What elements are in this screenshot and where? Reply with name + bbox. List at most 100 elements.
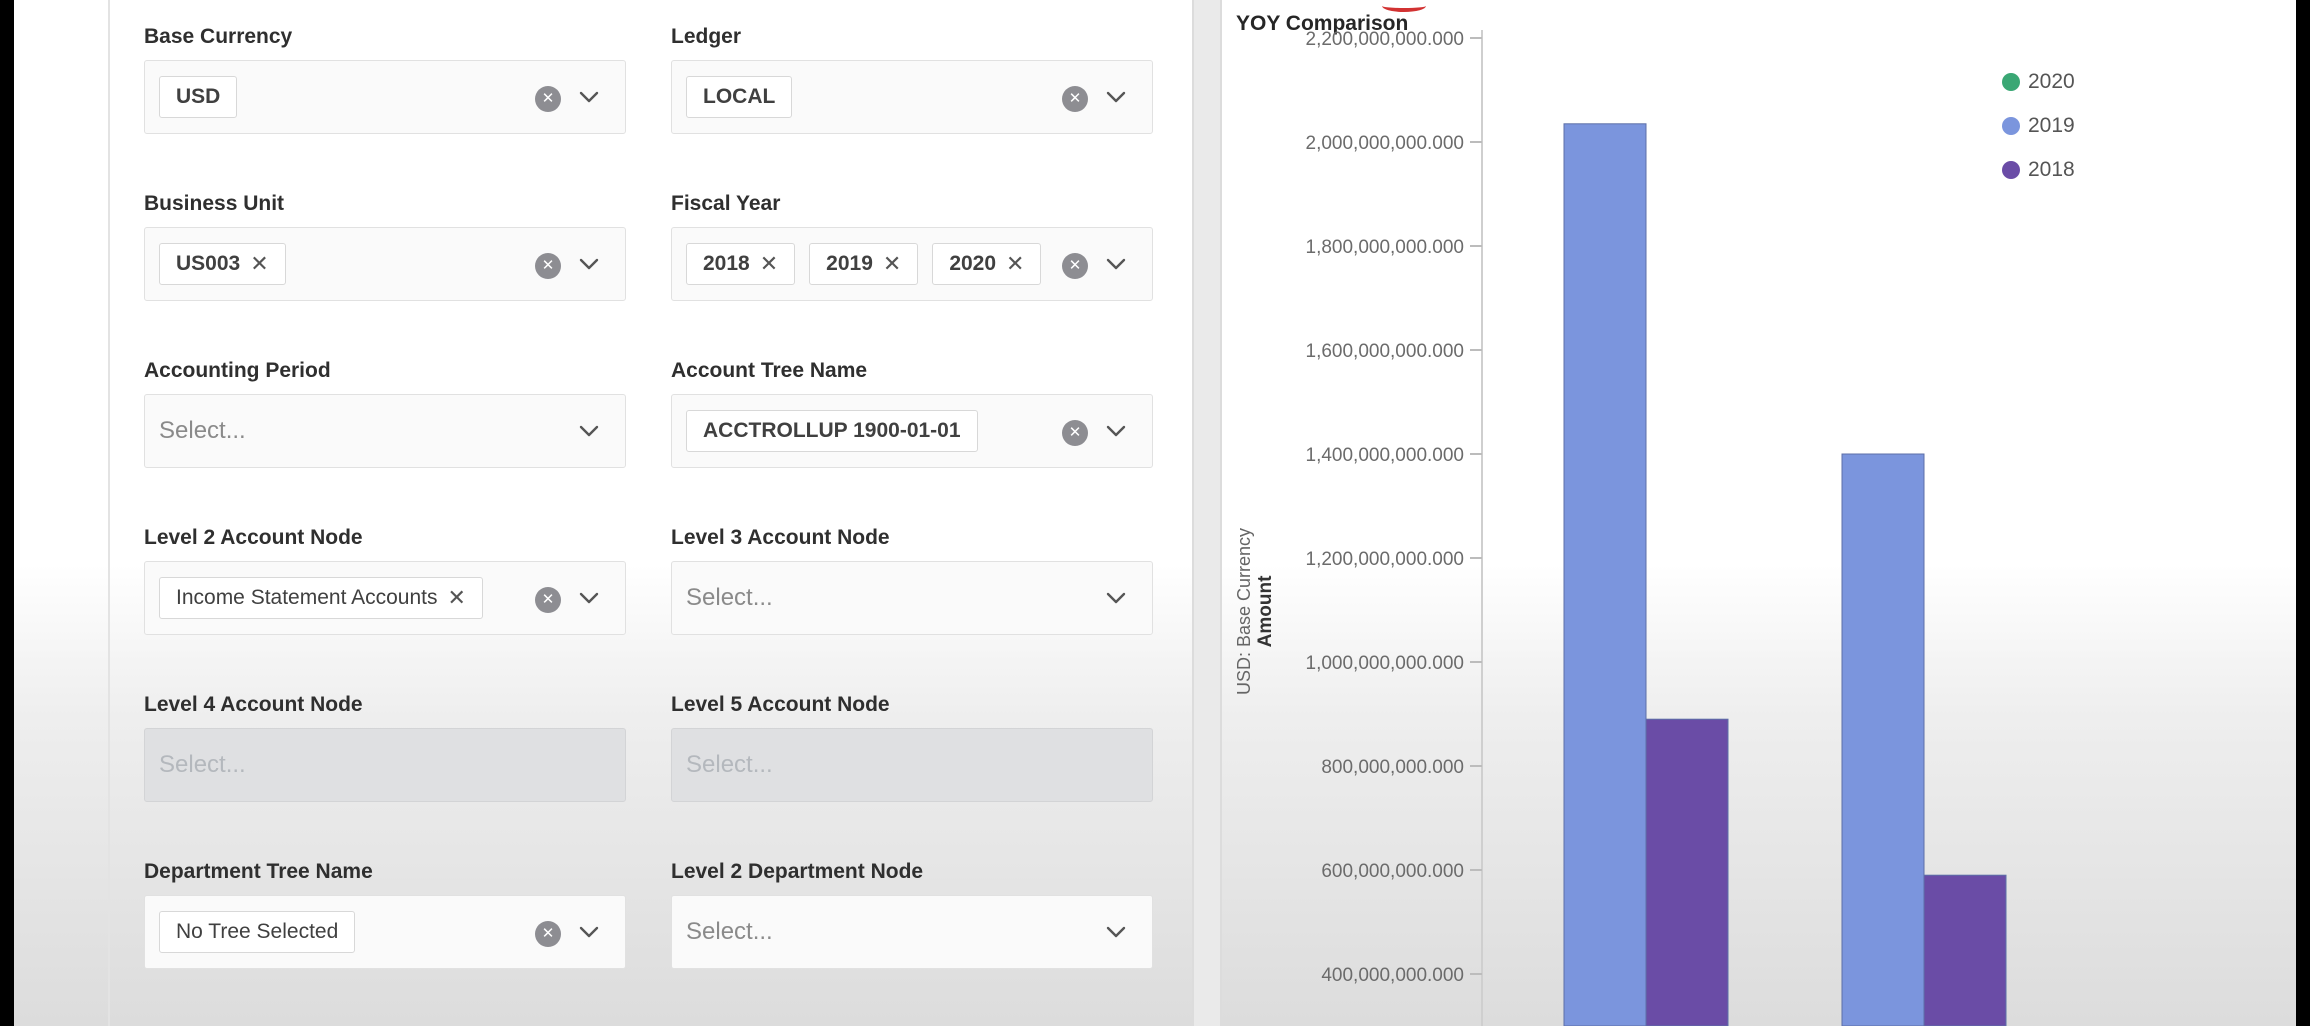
close-icon[interactable]: ✕ (883, 251, 901, 277)
chevron-down-icon[interactable] (575, 417, 603, 445)
level5-account-node-placeholder: Select... (686, 751, 773, 778)
legend-item-2020[interactable]: 2020 (2002, 60, 2075, 104)
chip-text: ACCTROLLUP 1900-01-01 (703, 419, 961, 442)
chip-text: Income Statement Accounts (176, 586, 438, 609)
legend-label: 2020 (2028, 70, 2075, 93)
y-tick-label: 800,000,000.000 (1321, 757, 1464, 778)
level3-account-node-placeholder: Select... (686, 584, 773, 611)
accounting-period-placeholder: Select... (159, 417, 246, 444)
business-unit-chip: US003 ✕ (159, 243, 286, 285)
clear-circle-icon[interactable]: ✕ (1062, 86, 1088, 112)
chevron-down-icon[interactable] (1102, 417, 1130, 445)
chevron-down-icon[interactable] (575, 83, 603, 111)
fiscal-year-label: Fiscal Year (671, 192, 781, 215)
chevron-down-icon[interactable] (1102, 250, 1130, 278)
y-tick-label: 1,200,000,000.000 (1306, 549, 1465, 570)
app-window: Base Currency USD ✕ Ledger LOCAL ✕ Busin… (14, 0, 2296, 1026)
chevron-down-icon[interactable] (1102, 83, 1130, 111)
level4-account-node-placeholder: Select... (159, 751, 246, 778)
fiscal-year-chip: 2020 ✕ (932, 243, 1042, 285)
clear-circle-icon[interactable]: ✕ (535, 253, 561, 279)
fiscal-year-chip: 2019 ✕ (809, 243, 919, 285)
base-currency-label: Base Currency (144, 25, 293, 48)
department-tree-name-select[interactable]: No Tree Selected ✕ (144, 895, 626, 969)
level4-account-node-label: Level 4 Account Node (144, 693, 363, 716)
fiscal-year-chip: 2018 ✕ (686, 243, 796, 285)
level2-department-node-select[interactable]: Select... (671, 895, 1153, 969)
legend-dot-icon (2002, 117, 2020, 135)
level5-account-node-field: Level 5 Account Node Select... (671, 690, 1153, 802)
chip-text: US003 (176, 252, 241, 275)
level4-account-node-field: Level 4 Account Node Select... (144, 690, 626, 802)
level3-account-node-select[interactable]: Select... (671, 561, 1153, 635)
legend-item-2019[interactable]: 2019 (2002, 104, 2075, 148)
base-currency-chip: USD (159, 76, 238, 118)
legend-item-2018[interactable]: 2018 (2002, 148, 2075, 192)
bar-2018-2 (1923, 874, 2007, 1026)
level2-account-node-label: Level 2 Account Node (144, 526, 363, 549)
level2-account-node-chip: Income Statement Accounts ✕ (159, 577, 483, 619)
close-icon[interactable]: ✕ (250, 251, 268, 277)
chip-text: LOCAL (703, 85, 776, 108)
fiscal-year-select[interactable]: 2018 ✕ 2019 ✕ 2020 ✕ ✕ (671, 227, 1153, 301)
chip-text: 2020 (949, 252, 997, 275)
left-gutter-divider (108, 0, 110, 1026)
chip-text: USD (176, 85, 221, 108)
department-tree-name-label: Department Tree Name (144, 860, 373, 883)
chevron-down-icon[interactable] (575, 918, 603, 946)
ledger-select[interactable]: LOCAL ✕ (671, 60, 1153, 134)
accounting-period-select[interactable]: Select... (144, 394, 626, 468)
bar-2019-2 (1841, 453, 1925, 1026)
ledger-chip: LOCAL (686, 76, 793, 118)
bar-chart: 400,000,000.000 600,000,000.000 800,000,00… (1306, 29, 2007, 1026)
accounting-period-label: Accounting Period (144, 359, 331, 382)
close-icon[interactable]: ✕ (1006, 251, 1024, 277)
y-tick-label: 1,800,000,000.000 (1306, 237, 1465, 258)
chart-legend: 2020 2019 2018 (2002, 60, 2075, 192)
video-frame-right (2296, 0, 2310, 1026)
account-tree-name-select[interactable]: ACCTROLLUP 1900-01-01 ✕ (671, 394, 1153, 468)
legend-label: 2019 (2028, 114, 2075, 137)
level3-account-node-label: Level 3 Account Node (671, 526, 890, 549)
chevron-down-icon[interactable] (575, 584, 603, 612)
level5-account-node-select: Select... (671, 728, 1153, 802)
level5-account-node-label: Level 5 Account Node (671, 693, 890, 716)
legend-label: 2018 (2028, 158, 2075, 181)
chevron-down-icon[interactable] (575, 250, 603, 278)
chevron-down-icon[interactable] (1102, 918, 1130, 946)
y-tick-label: 1,600,000,000.000 (1306, 341, 1465, 362)
yoy-chart-panel: YOY Comparison USD: Base Currency Amount… (1222, 0, 2296, 1026)
business-unit-field: Business Unit US003 ✕ ✕ (144, 189, 626, 301)
bar-2018-1 (1645, 718, 1729, 1026)
clear-circle-icon[interactable]: ✕ (1062, 420, 1088, 446)
chevron-down-icon[interactable] (1102, 584, 1130, 612)
level2-department-node-placeholder: Select... (686, 918, 773, 945)
business-unit-select[interactable]: US003 ✕ ✕ (144, 227, 626, 301)
y-tick-label: 2,200,000,000.000 (1306, 29, 1465, 50)
level3-account-node-field: Level 3 Account Node Select... (671, 523, 1153, 635)
close-icon[interactable]: ✕ (760, 251, 778, 277)
panel-divider[interactable] (1192, 0, 1222, 1026)
clear-circle-icon[interactable]: ✕ (535, 86, 561, 112)
chip-text: 2019 (826, 252, 873, 275)
base-currency-select[interactable]: USD ✕ (144, 60, 626, 134)
y-tick-label: 400,000,000.000 (1321, 965, 1464, 986)
filter-panel: Base Currency USD ✕ Ledger LOCAL ✕ Busin… (144, 0, 1184, 1026)
legend-dot-icon (2002, 73, 2020, 91)
level2-department-node-label: Level 2 Department Node (671, 860, 924, 883)
y-tick-label: 600,000,000.000 (1321, 861, 1464, 882)
close-icon[interactable]: ✕ (447, 585, 465, 611)
fiscal-year-field: Fiscal Year 2018 ✕ 2019 ✕ 2020 ✕ ✕ (671, 189, 1153, 301)
clear-circle-icon[interactable]: ✕ (535, 587, 561, 613)
department-tree-name-chip: No Tree Selected (159, 911, 356, 953)
level4-account-node-select: Select... (144, 728, 626, 802)
y-tick-label: 1,400,000,000.000 (1306, 445, 1465, 466)
ledger-field: Ledger LOCAL ✕ (671, 22, 1153, 134)
account-tree-name-label: Account Tree Name (671, 359, 868, 382)
accounting-period-field: Accounting Period Select... (144, 356, 626, 468)
clear-circle-icon[interactable]: ✕ (535, 921, 561, 947)
level2-account-node-select[interactable]: Income Statement Accounts ✕ ✕ (144, 561, 626, 635)
level2-department-node-field: Level 2 Department Node Select... (671, 857, 1153, 969)
y-tick-label: 1,000,000,000.000 (1306, 653, 1465, 674)
clear-circle-icon[interactable]: ✕ (1062, 253, 1088, 279)
